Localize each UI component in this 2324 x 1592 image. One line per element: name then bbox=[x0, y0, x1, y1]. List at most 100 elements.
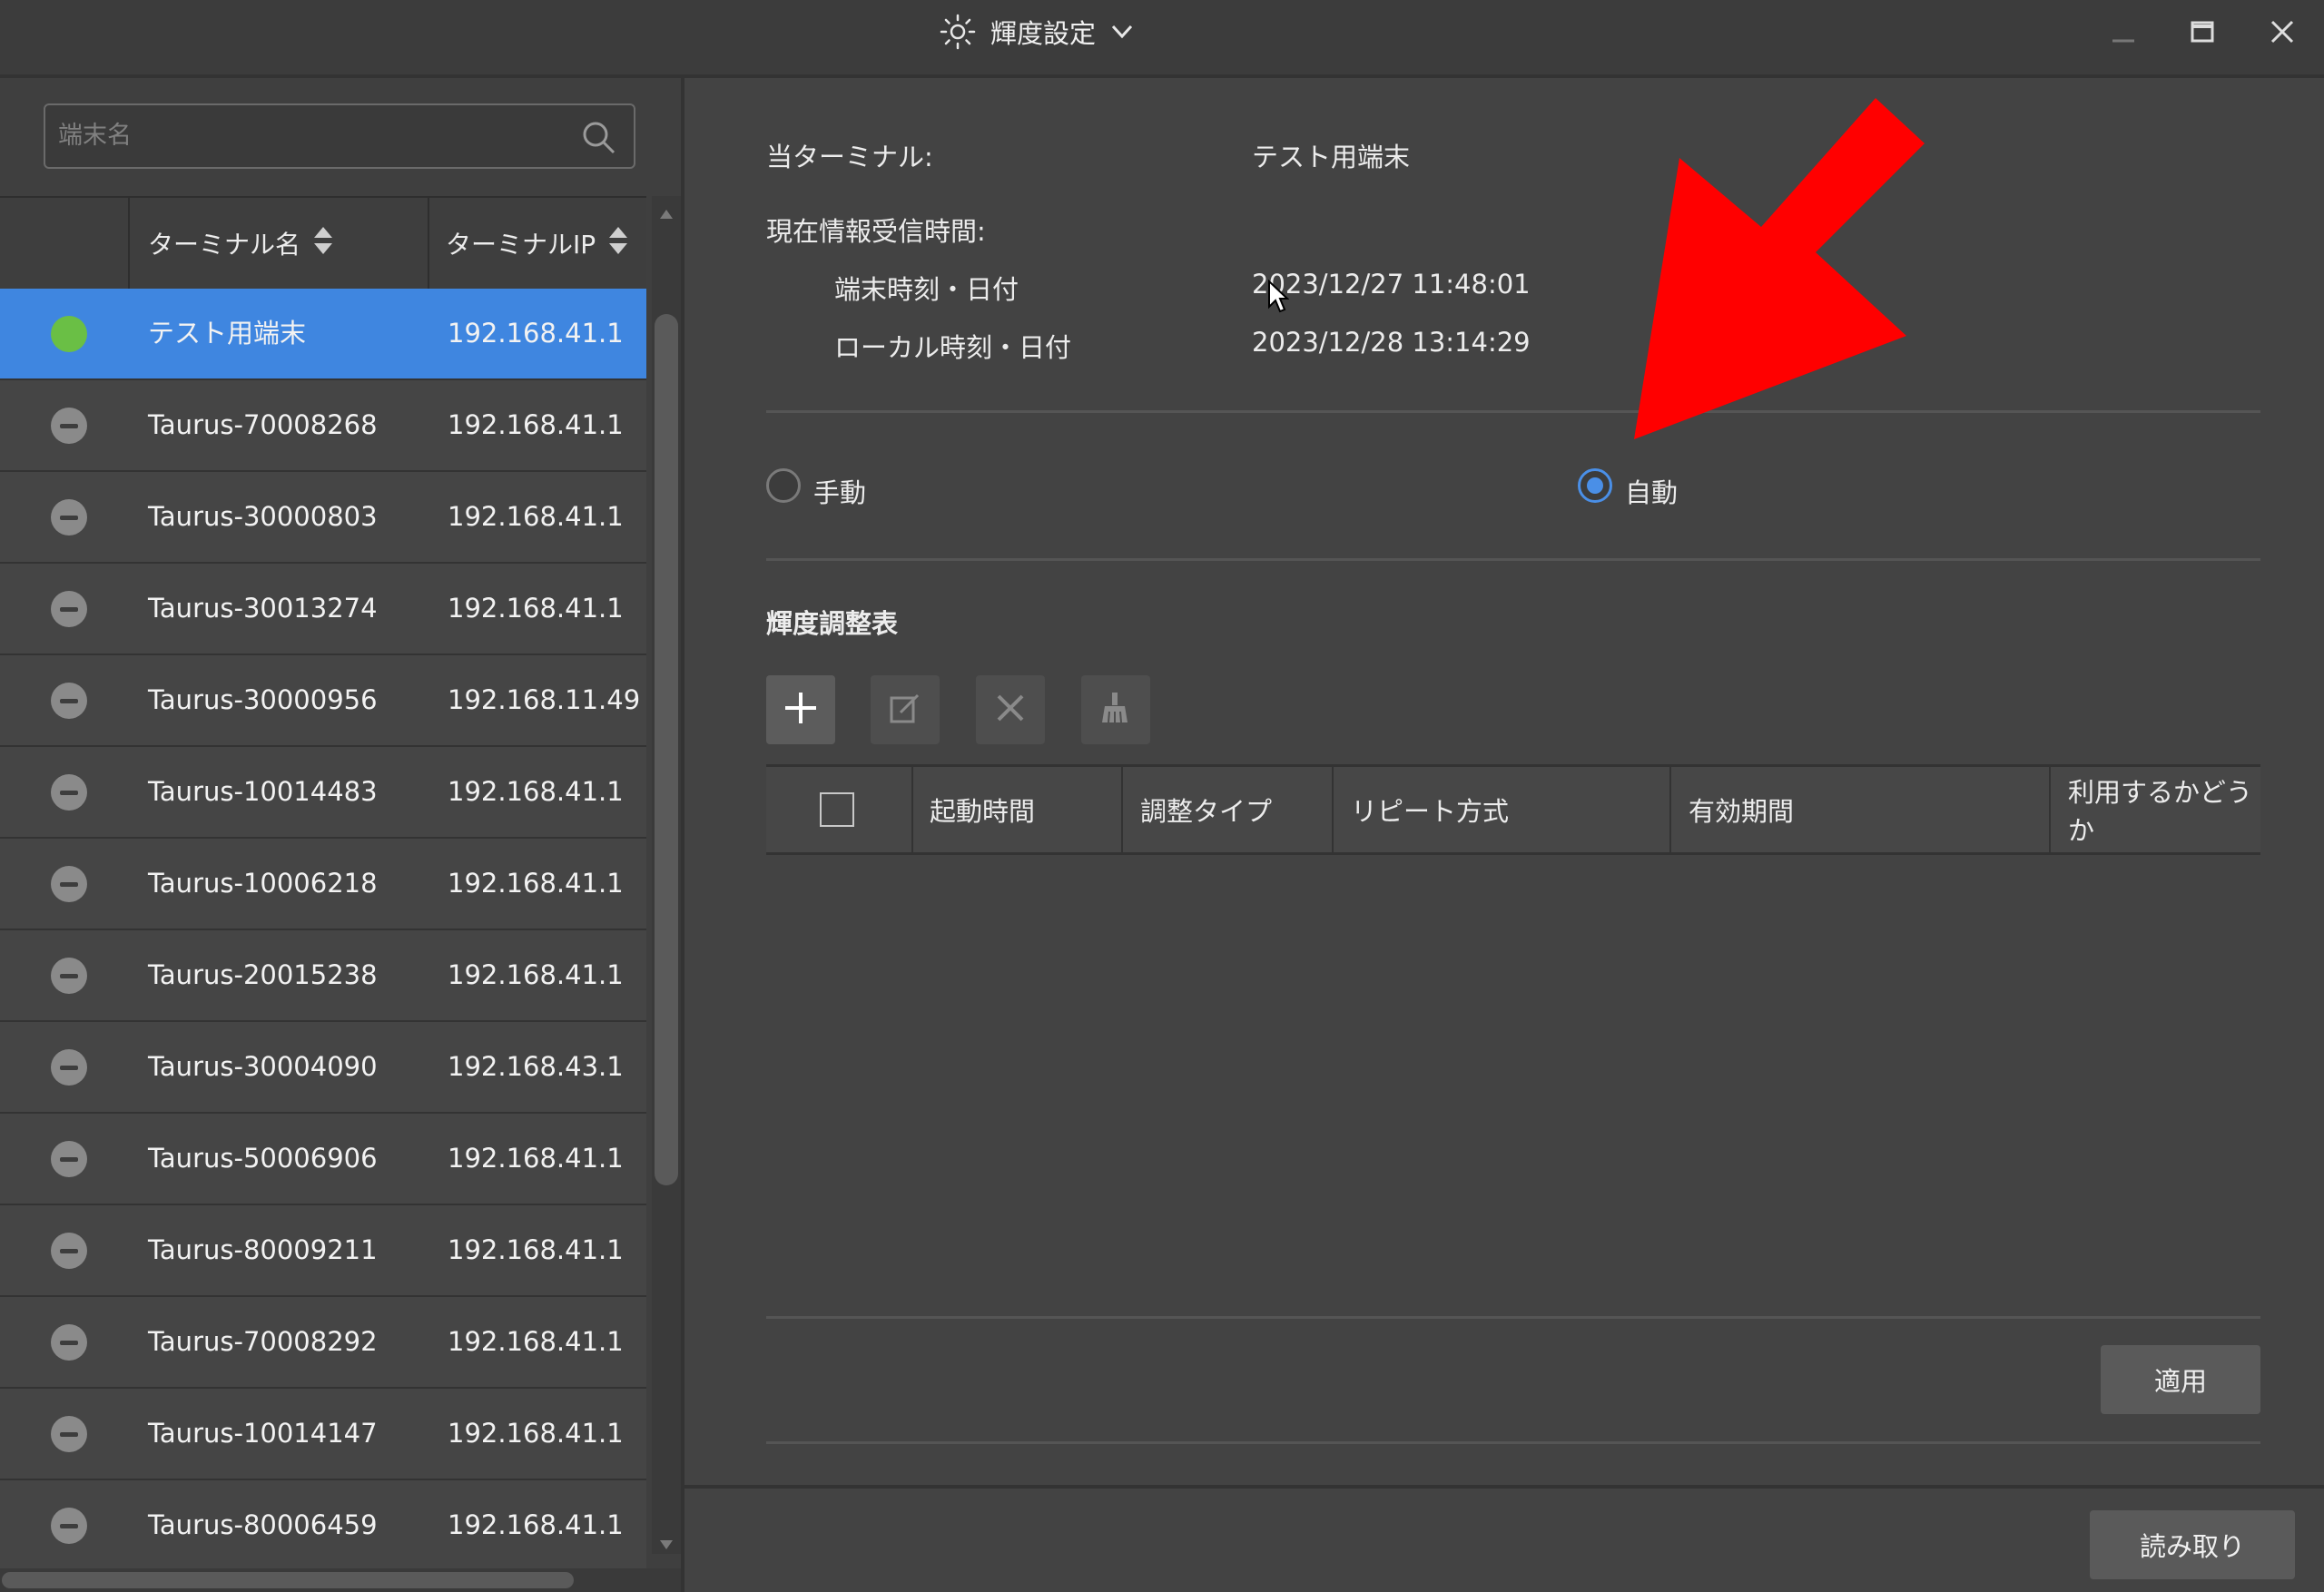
terminal-row[interactable]: Taurus-30000803 192.168.41.1 bbox=[0, 472, 646, 564]
sort-icon[interactable] bbox=[608, 225, 628, 262]
column-header-repeat-mode[interactable]: リピート方式 bbox=[1351, 767, 1509, 852]
read-button[interactable]: 読み取り bbox=[2090, 1510, 2295, 1579]
terminal-list: テスト用端末 192.168.41.1 Taurus-70008268 192.168… bbox=[0, 289, 646, 1572]
annotation-arrow-icon bbox=[1625, 91, 1943, 448]
minimize-icon bbox=[2111, 19, 2136, 48]
mouse-cursor-icon bbox=[1267, 279, 1290, 318]
delete-button[interactable] bbox=[976, 675, 1045, 744]
terminal-row[interactable]: Taurus-50006906 192.168.41.1 bbox=[0, 1114, 646, 1205]
terminal-name: Taurus-30000803 bbox=[148, 501, 378, 532]
offline-status-icon bbox=[51, 1233, 87, 1269]
column-header-valid-period[interactable]: 有効期間 bbox=[1689, 767, 1794, 852]
vertical-scrollbar[interactable] bbox=[652, 196, 681, 1554]
section-divider bbox=[766, 1316, 2260, 1319]
apply-button[interactable]: 適用 bbox=[2101, 1345, 2260, 1414]
terminal-row[interactable]: Taurus-80006459 192.168.41.1 bbox=[0, 1480, 646, 1572]
close-icon bbox=[2270, 19, 2295, 48]
column-header-name-label: ターミナル名 bbox=[148, 230, 301, 260]
terminal-row[interactable]: Taurus-30000956 192.168.11.49 bbox=[0, 655, 646, 747]
offline-status-icon bbox=[51, 499, 87, 536]
auto-radio-label[interactable]: 自動 bbox=[1625, 472, 1678, 510]
manual-radio-label[interactable]: 手動 bbox=[813, 472, 866, 510]
maximize-button[interactable] bbox=[2181, 13, 2223, 54]
schedule-table-body bbox=[766, 855, 2260, 1394]
terminal-name: Taurus-10014483 bbox=[148, 776, 378, 807]
edit-icon bbox=[887, 690, 923, 730]
column-divider bbox=[2049, 767, 2051, 852]
search-placeholder: 端末名 bbox=[58, 122, 132, 150]
brightness-settings-panel: 当ターミナル: テスト用端末 現在情報受信時間: 端末時刻・日付 2023/12… bbox=[684, 78, 2324, 1592]
received-time-label: 現在情報受信時間: bbox=[766, 216, 986, 247]
column-divider bbox=[428, 198, 429, 289]
terminal-row[interactable]: Taurus-80009211 192.168.41.1 bbox=[0, 1205, 646, 1297]
delete-icon bbox=[994, 692, 1027, 728]
column-header-ip[interactable]: ターミナルIP bbox=[446, 198, 628, 289]
offline-status-icon bbox=[51, 1416, 87, 1452]
horizontal-scrollbar[interactable] bbox=[0, 1568, 681, 1592]
horizontal-scrollbar-thumb[interactable] bbox=[2, 1572, 574, 1588]
terminal-row[interactable]: Taurus-70008268 192.168.41.1 bbox=[0, 380, 646, 472]
title-bar: 輝度設定 bbox=[0, 0, 2324, 78]
edit-button[interactable] bbox=[871, 675, 940, 744]
column-divider bbox=[1669, 767, 1671, 852]
section-divider bbox=[766, 1441, 2260, 1444]
column-header-name[interactable]: ターミナル名 bbox=[148, 198, 333, 289]
terminal-ip: 192.168.41.1 bbox=[448, 1326, 624, 1357]
terminal-row[interactable]: テスト用端末 192.168.41.1 bbox=[0, 289, 646, 380]
clear-button[interactable] bbox=[1081, 675, 1150, 744]
terminal-ip: 192.168.11.49 bbox=[448, 684, 641, 715]
scroll-down-icon[interactable] bbox=[660, 1536, 673, 1553]
terminal-row[interactable]: Taurus-20015238 192.168.41.1 bbox=[0, 930, 646, 1022]
terminal-name: Taurus-50006906 bbox=[148, 1143, 378, 1174]
offline-status-icon bbox=[51, 1049, 87, 1086]
terminal-ip: 192.168.41.1 bbox=[448, 593, 624, 624]
scroll-up-icon[interactable] bbox=[660, 205, 673, 222]
terminal-ip: 192.168.41.1 bbox=[448, 1418, 624, 1449]
column-divider bbox=[1332, 767, 1334, 852]
sort-icon[interactable] bbox=[313, 225, 333, 262]
add-button[interactable] bbox=[766, 675, 835, 744]
maximize-icon bbox=[2190, 19, 2215, 48]
title-dropdown[interactable]: 輝度設定 bbox=[940, 11, 1136, 53]
current-terminal-label: 当ターミナル: bbox=[766, 142, 933, 172]
auto-radio[interactable] bbox=[1578, 468, 1612, 503]
search-icon[interactable] bbox=[581, 120, 617, 160]
offline-status-icon bbox=[51, 683, 87, 719]
column-divider bbox=[911, 767, 913, 852]
terminal-ip: 192.168.41.1 bbox=[448, 409, 624, 440]
select-all-checkbox[interactable] bbox=[820, 792, 854, 827]
offline-status-icon bbox=[51, 408, 87, 444]
terminal-time-label: 端末時刻・日付 bbox=[834, 274, 1019, 305]
manual-radio[interactable] bbox=[766, 468, 801, 503]
column-header-start-time[interactable]: 起動時間 bbox=[930, 767, 1035, 852]
footer-divider bbox=[684, 1485, 2324, 1489]
offline-status-icon bbox=[51, 866, 87, 902]
terminal-row[interactable]: Taurus-10014147 192.168.41.1 bbox=[0, 1389, 646, 1480]
terminal-row[interactable]: Taurus-70008292 192.168.41.1 bbox=[0, 1297, 646, 1389]
terminal-ip: 192.168.41.1 bbox=[448, 1509, 624, 1540]
column-divider bbox=[1121, 767, 1123, 852]
search-input[interactable]: 端末名 bbox=[44, 103, 635, 169]
terminal-ip: 192.168.41.1 bbox=[448, 959, 624, 990]
column-header-ip-label: ターミナルIP bbox=[446, 230, 596, 260]
column-divider bbox=[128, 198, 130, 289]
terminal-row[interactable]: Taurus-10014483 192.168.41.1 bbox=[0, 747, 646, 839]
chevron-down-icon bbox=[1108, 18, 1136, 45]
offline-status-icon bbox=[51, 1508, 87, 1544]
close-button[interactable] bbox=[2261, 13, 2303, 54]
terminal-list-panel: 端末名 ターミナル名 ターミナルIP テスト用端末 192.168.41.1 Tau… bbox=[0, 78, 681, 1592]
terminal-ip: 192.168.43.1 bbox=[448, 1051, 624, 1082]
vertical-scrollbar-thumb[interactable] bbox=[655, 314, 678, 1185]
terminal-row[interactable]: Taurus-30013274 192.168.41.1 bbox=[0, 564, 646, 655]
minimize-button[interactable] bbox=[2102, 13, 2144, 54]
column-header-enabled[interactable]: 利用するかどうか bbox=[2068, 767, 2260, 852]
terminal-row[interactable]: Taurus-10006218 192.168.41.1 bbox=[0, 839, 646, 930]
offline-status-icon bbox=[51, 774, 87, 811]
offline-status-icon bbox=[51, 1324, 87, 1361]
section-divider bbox=[766, 558, 2260, 561]
terminal-name: Taurus-80009211 bbox=[148, 1234, 378, 1265]
column-header-adjust-type[interactable]: 調整タイプ bbox=[1140, 767, 1272, 852]
current-terminal-value: テスト用端末 bbox=[1252, 142, 1411, 172]
section-divider bbox=[766, 410, 2260, 413]
terminal-row[interactable]: Taurus-30004090 192.168.43.1 bbox=[0, 1022, 646, 1114]
